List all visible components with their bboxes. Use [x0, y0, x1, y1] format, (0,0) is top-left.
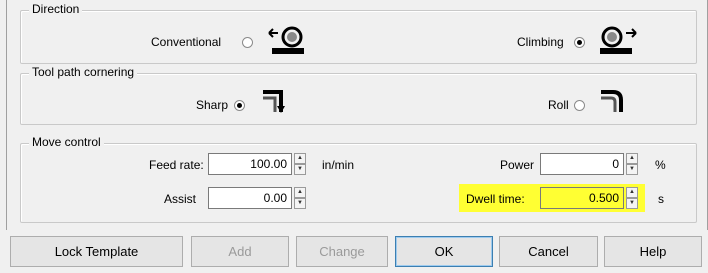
direction-legend: Direction: [29, 2, 83, 16]
conventional-cut-icon: [268, 26, 304, 54]
dwell-time-unit: s: [658, 192, 664, 206]
climbing-label: Climbing: [517, 35, 564, 49]
climbing-radio[interactable]: [574, 37, 585, 48]
spin-down-icon[interactable]: ▼: [626, 164, 638, 175]
spin-up-icon[interactable]: ▲: [294, 153, 306, 164]
power-field[interactable]: 0: [540, 153, 624, 175]
spin-down-icon[interactable]: ▼: [626, 198, 638, 209]
sharp-radio[interactable]: [234, 100, 245, 111]
climbing-cut-icon: [600, 26, 637, 54]
assist-field[interactable]: 0.00: [208, 187, 292, 209]
move-control-legend: Move control: [29, 135, 104, 149]
roll-corner-icon: [601, 90, 623, 112]
conventional-label: Conventional: [151, 35, 222, 49]
change-button[interactable]: Change: [296, 236, 388, 267]
assist-label: Assist: [164, 192, 197, 206]
feed-rate-spinner[interactable]: ▲ ▼: [294, 153, 306, 175]
roll-label: Roll: [548, 98, 569, 112]
cornering-legend: Tool path cornering: [29, 65, 138, 79]
spin-up-icon[interactable]: ▲: [294, 187, 306, 198]
dwell-time-field[interactable]: 0.500: [540, 187, 624, 209]
power-unit: %: [655, 158, 666, 172]
feed-rate-unit: in/min: [322, 158, 355, 172]
ok-button[interactable]: OK: [395, 236, 493, 267]
spin-up-icon[interactable]: ▲: [626, 187, 638, 198]
feed-rate-label: Feed rate:: [149, 158, 204, 172]
roll-radio[interactable]: [574, 100, 585, 111]
assist-spinner[interactable]: ▲ ▼: [294, 187, 306, 209]
power-label: Power: [500, 158, 535, 172]
spin-down-icon[interactable]: ▼: [294, 198, 306, 209]
cancel-button[interactable]: Cancel: [499, 236, 598, 267]
button-row: Lock Template Add Change OK Cancel Help: [6, 236, 706, 268]
lock-template-button[interactable]: Lock Template: [10, 236, 183, 267]
move-control-group: Move control Feed rate: 100.00 ▲ ▼ in/mi…: [20, 135, 697, 223]
power-spinner[interactable]: ▲ ▼: [626, 153, 638, 175]
direction-group: Direction Conventional Climbing: [20, 2, 697, 64]
sharp-label: Sharp: [196, 98, 229, 112]
dwell-time-label: Dwell time:: [466, 192, 525, 206]
help-button[interactable]: Help: [604, 236, 702, 267]
spin-down-icon[interactable]: ▼: [294, 164, 306, 175]
add-button[interactable]: Add: [191, 236, 289, 267]
dialog-frame: Direction Conventional Climbing Tool pat…: [6, 0, 708, 230]
cornering-group: Tool path cornering Sharp Roll: [20, 65, 697, 125]
spin-up-icon[interactable]: ▲: [626, 153, 638, 164]
feed-rate-field[interactable]: 100.00: [208, 153, 292, 175]
sharp-corner-icon: [263, 90, 285, 113]
dwell-time-spinner[interactable]: ▲ ▼: [626, 187, 638, 209]
conventional-radio[interactable]: [242, 37, 253, 48]
